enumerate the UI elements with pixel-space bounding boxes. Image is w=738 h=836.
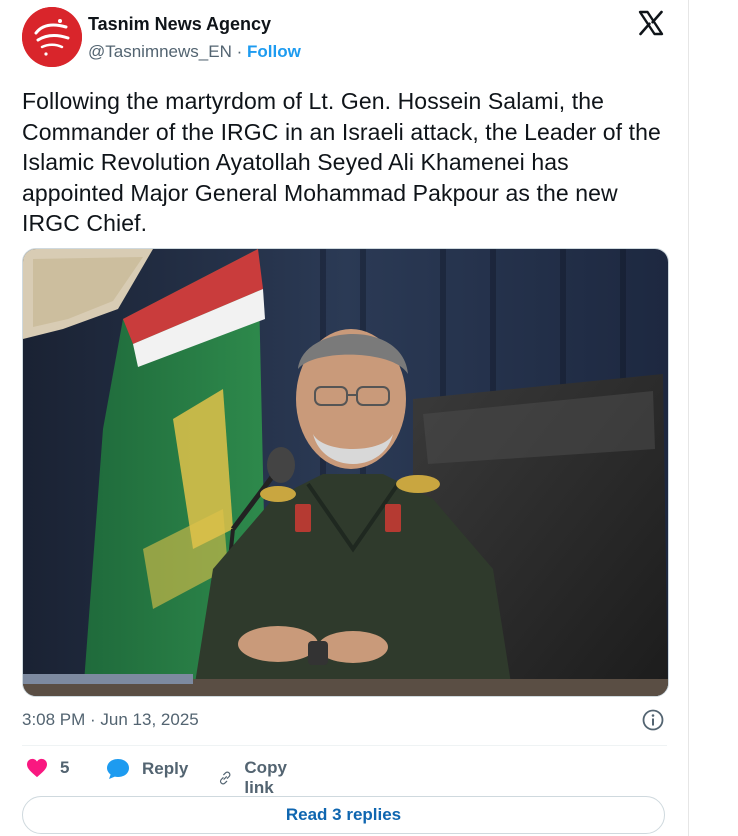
info-icon[interactable]: [641, 708, 665, 732]
avatar[interactable]: [22, 7, 82, 67]
heart-icon: [27, 758, 47, 778]
read-replies-button[interactable]: Read 3 replies: [22, 796, 665, 834]
like-button[interactable]: 5: [26, 758, 69, 778]
divider: [22, 745, 667, 746]
reply-button[interactable]: Reply: [106, 758, 188, 780]
author-handle[interactable]: @Tasnimnews_EN: [88, 42, 232, 61]
speech-bubble-icon: [107, 759, 129, 779]
follow-button[interactable]: Follow: [247, 42, 301, 61]
x-logo-icon[interactable]: [637, 9, 665, 37]
author-name[interactable]: Tasnim News Agency: [88, 14, 271, 35]
author-handle-row: @Tasnimnews_EN · Follow: [88, 42, 301, 62]
like-count: 5: [60, 758, 70, 777]
copy-link-label: Copy link: [244, 758, 287, 797]
tweet-photo[interactable]: [22, 248, 669, 697]
copy-link-button[interactable]: Copy link: [218, 758, 295, 798]
tweet-timestamp[interactable]: 3:08 PM · Jun 13, 2025: [22, 710, 199, 730]
tweet-text: Following the martyrdom of Lt. Gen. Hoss…: [22, 88, 661, 236]
link-icon: [219, 771, 231, 785]
separator: ·: [236, 42, 243, 61]
photo-illustration: [23, 249, 668, 696]
tasnim-logo-icon: [22, 7, 82, 67]
tweet-card: Tasnim News Agency @Tasnimnews_EN · Foll…: [0, 0, 689, 836]
reply-label: Reply: [142, 759, 189, 778]
